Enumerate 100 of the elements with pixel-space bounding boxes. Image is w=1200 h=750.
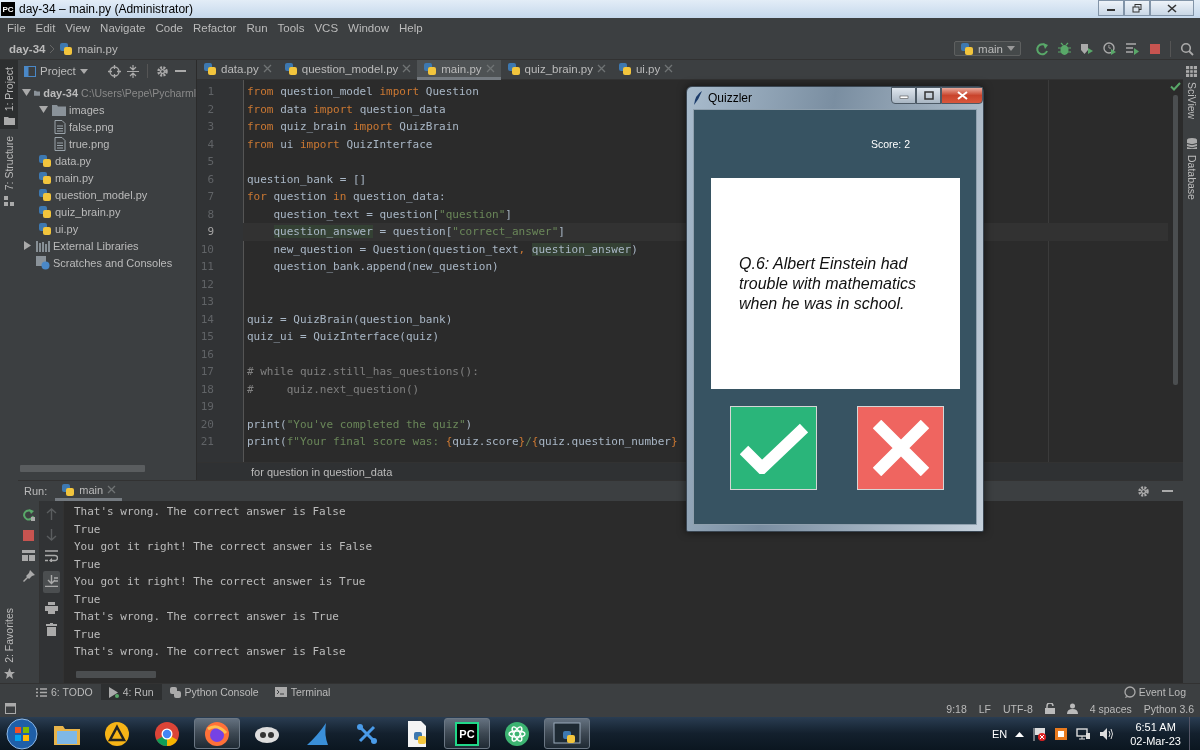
tool-window-tab[interactable]: SciView — [1182, 60, 1200, 129]
editor-tab[interactable]: quiz_brain.py — [500, 60, 612, 80]
taskbar-app[interactable] — [194, 718, 240, 749]
tree-item[interactable]: question_model.py — [55, 188, 148, 201]
tree-item[interactable]: Scratches and Consoles — [53, 256, 173, 269]
project-name[interactable]: day-34 — [9, 42, 46, 55]
tree-item[interactable]: false.png — [69, 120, 114, 133]
stop-icon[interactable] — [1149, 42, 1161, 55]
minimize-button[interactable] — [1098, 0, 1124, 16]
interpreter[interactable]: Python 3.6 — [1143, 702, 1194, 715]
code-line: from question_model import Question — [247, 85, 479, 99]
tree-item[interactable]: main.py — [55, 171, 94, 184]
tool-window-tab[interactable]: 4: Run — [100, 684, 162, 700]
expanded-arrow-icon[interactable] — [39, 105, 48, 114]
crosshair-icon[interactable] — [107, 64, 121, 78]
clock[interactable]: 6:51 AM 02-Mar-23 — [1130, 719, 1181, 748]
clock-run-icon[interactable] — [1103, 41, 1117, 56]
taskbar-app[interactable]: PC — [444, 718, 490, 749]
editor-tab[interactable]: main.py — [417, 60, 501, 80]
tool-window-tab[interactable]: 1: Project — [0, 60, 18, 130]
tool-window-tab[interactable]: Terminal — [266, 684, 339, 700]
tray-app-icon[interactable] — [1054, 726, 1069, 741]
rerun-icon[interactable] — [22, 508, 35, 521]
restore-button[interactable] — [1124, 0, 1150, 16]
tree-item[interactable]: data.py — [55, 154, 92, 167]
python-file-icon — [38, 187, 52, 202]
search-icon[interactable] — [1180, 41, 1194, 56]
layout-icon[interactable] — [22, 550, 35, 561]
pin-icon[interactable] — [22, 570, 35, 582]
tree-item[interactable]: day-34 — [43, 86, 79, 99]
speaker-icon[interactable] — [1099, 726, 1115, 741]
flag-icon[interactable] — [1032, 726, 1047, 741]
menu-item[interactable]: VCS — [309, 22, 344, 34]
menu-item[interactable]: Navigate — [95, 22, 151, 34]
project-view-dropdown[interactable]: Project — [24, 65, 88, 77]
code-line: question_text = question["question"] — [272, 207, 512, 221]
line-separator[interactable]: LF — [978, 702, 991, 715]
tree-item[interactable]: true.png — [69, 137, 110, 150]
check-button[interactable] — [730, 406, 817, 490]
wrap-icon[interactable] — [45, 550, 58, 562]
indent-setting[interactable]: 4 spaces — [1089, 702, 1132, 715]
file-name[interactable]: main.py — [77, 42, 118, 55]
print-icon[interactable] — [45, 602, 58, 614]
up-arrow-icon[interactable] — [1015, 730, 1025, 737]
menu-item[interactable]: Code — [150, 22, 188, 34]
bug-icon[interactable] — [1058, 41, 1071, 56]
tool-window-tab[interactable]: 7: Structure — [0, 129, 18, 210]
collapsed-arrow-icon[interactable] — [23, 241, 32, 250]
scrollbar[interactable] — [20, 465, 145, 472]
shield-run-icon[interactable] — [1080, 41, 1094, 56]
trash-icon[interactable] — [46, 623, 57, 636]
menu-item[interactable]: View — [60, 22, 96, 34]
settings-icon[interactable] — [1137, 484, 1150, 498]
editor-tab[interactable]: question_model.py — [277, 60, 418, 80]
network-icon[interactable] — [1076, 726, 1092, 741]
editor-tab[interactable]: ui.py — [611, 60, 680, 80]
tool-window-tab[interactable]: Database — [1182, 128, 1200, 210]
expanded-arrow-icon[interactable] — [22, 88, 31, 97]
close-button[interactable] — [1150, 0, 1194, 16]
lines-run-icon[interactable] — [1126, 41, 1140, 56]
question-text: Q.6: Albert Einstein had trouble with mathematics when he was in school. — [739, 253, 917, 314]
menu-item[interactable]: Help — [393, 22, 428, 34]
language-indicator[interactable]: EN — [991, 727, 1008, 740]
run-tab[interactable]: main — [55, 481, 123, 501]
console-line: You got it right! The correct answer is True — [74, 574, 367, 590]
file-encoding[interactable]: UTF-8 — [1003, 702, 1033, 715]
minimize-icon[interactable] — [174, 69, 186, 73]
menu-item[interactable]: Refactor — [187, 22, 242, 34]
tree-item[interactable]: images — [69, 103, 105, 116]
tool-window-tab[interactable]: 2: Favorites — [0, 601, 18, 683]
cross-button[interactable] — [857, 406, 944, 490]
database-icon — [1186, 138, 1197, 151]
run-config-dropdown[interactable]: main — [954, 41, 1021, 56]
scrollbar[interactable] — [1173, 95, 1178, 385]
event-log-button[interactable]: Event Log — [1123, 686, 1186, 698]
maximize-button[interactable] — [916, 87, 941, 104]
minimize-icon[interactable] — [1162, 489, 1173, 493]
tool-window-tab[interactable]: Python Console — [161, 684, 267, 700]
rerun-icon[interactable] — [1035, 41, 1049, 56]
menu-item[interactable]: Window — [343, 22, 394, 34]
square-icon[interactable] — [5, 703, 16, 714]
tool-window-tab[interactable]: 6: TODO — [28, 684, 101, 700]
caret-position[interactable]: 9:18 — [946, 702, 967, 715]
tree-item[interactable]: ui.py — [55, 222, 79, 235]
collapse-icon[interactable] — [126, 64, 139, 78]
minimize-button[interactable] — [891, 87, 916, 104]
image-file-icon — [54, 136, 66, 151]
tree-item[interactable]: quiz_brain.py — [55, 205, 121, 218]
menu-item[interactable]: File — [2, 22, 31, 34]
menu-item[interactable]: Tools — [272, 22, 310, 34]
close-button[interactable] — [941, 87, 983, 104]
menu-item[interactable]: Edit — [30, 22, 61, 34]
scrollbar[interactable] — [76, 671, 156, 678]
taskbar-app[interactable] — [544, 718, 590, 749]
editor-tab[interactable]: data.py — [197, 60, 278, 80]
tree-item[interactable]: External Libraries — [53, 239, 139, 252]
menu-item[interactable]: Run — [241, 22, 273, 34]
scroll-to-end-icon[interactable] — [45, 575, 58, 587]
settings-icon[interactable] — [155, 64, 169, 78]
breadcrumb[interactable]: for question in question_data — [251, 465, 393, 478]
